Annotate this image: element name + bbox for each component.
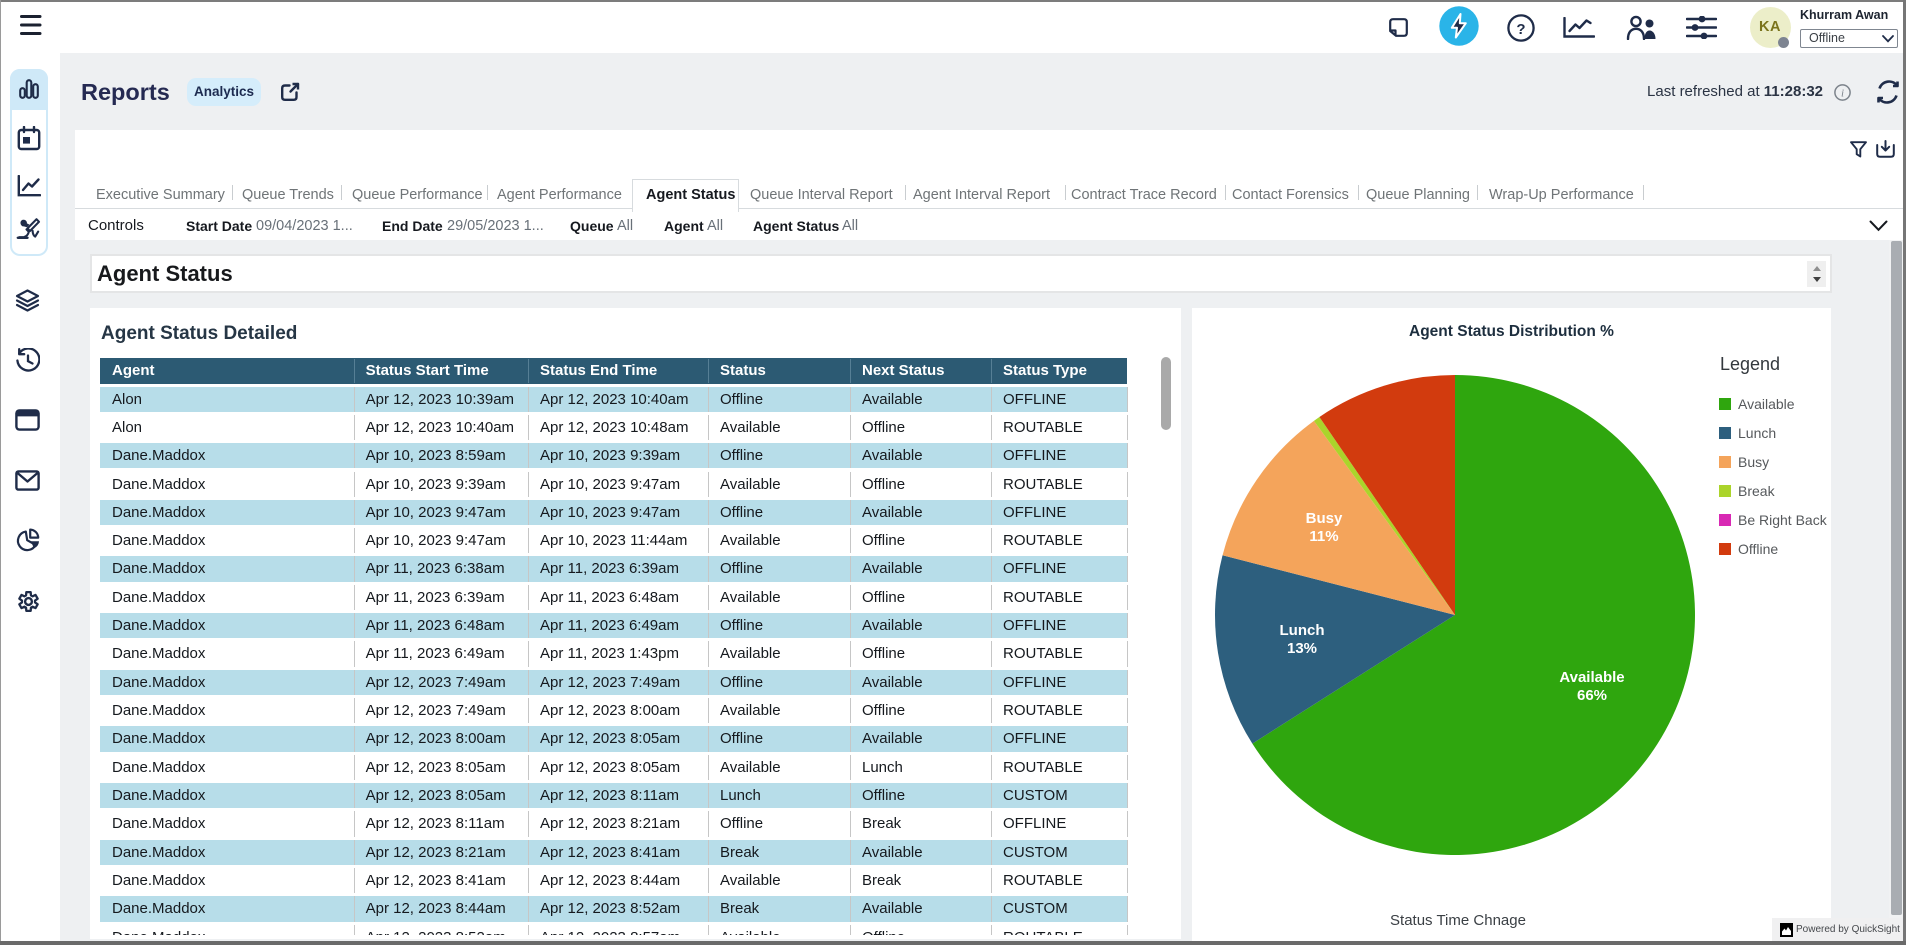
svg-text:?: ?: [1516, 21, 1525, 38]
svg-text:i: i: [1841, 87, 1844, 99]
